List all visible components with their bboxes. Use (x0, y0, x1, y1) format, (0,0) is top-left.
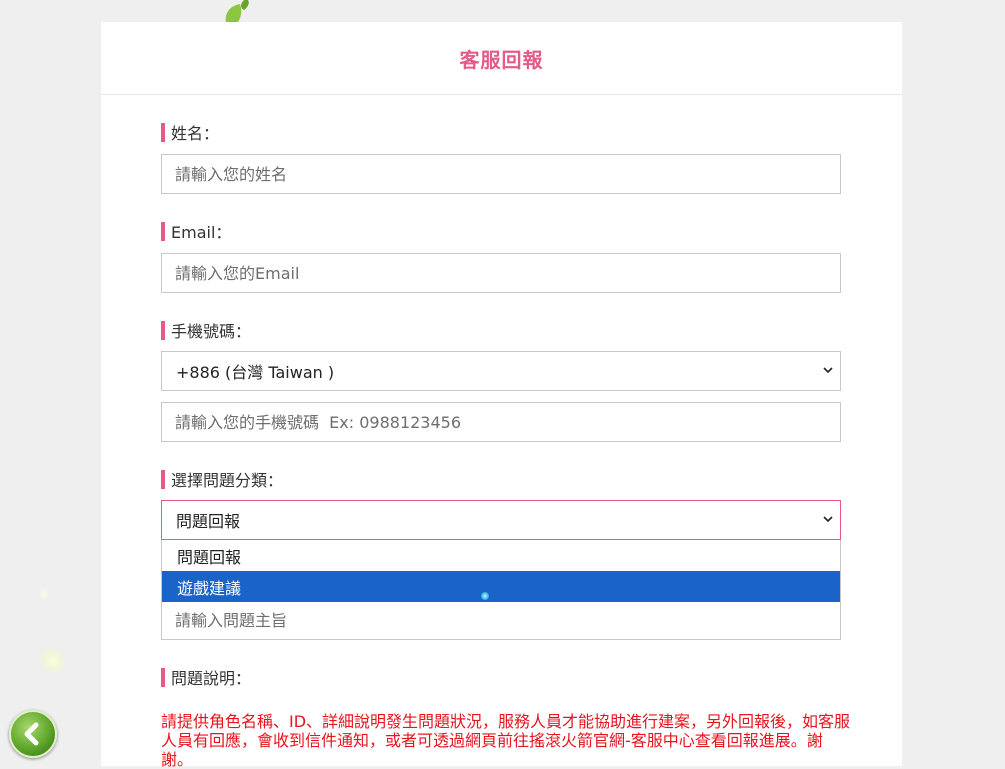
country-code-select[interactable]: +886 (台灣 Taiwan ) (161, 351, 841, 391)
description-label: 問題說明： (161, 667, 252, 688)
phone-label-text: 手機號碼： (171, 322, 252, 341)
category-select[interactable]: 問題回報 (161, 500, 841, 540)
cursor-indicator (481, 592, 489, 600)
label-accent-bar (161, 320, 165, 340)
name-input[interactable] (161, 154, 841, 194)
sparkle-decoration (38, 588, 50, 600)
email-label: Email： (161, 221, 232, 242)
chevron-left-icon (24, 722, 39, 746)
label-accent-bar (161, 469, 165, 489)
chevron-down-icon (823, 516, 833, 523)
back-button[interactable] (9, 710, 57, 758)
sparkle-decoration (40, 648, 66, 674)
category-label-text: 選擇問題分類： (171, 471, 284, 490)
panel-header: 客服回報 (101, 22, 902, 95)
name-label-text: 姓名： (171, 124, 220, 143)
category-dropdown-list: 問題回報 遊戲建議 (161, 540, 841, 640)
label-accent-bar (161, 221, 165, 241)
category-option-highlighted[interactable]: 遊戲建議 (162, 571, 840, 602)
description-notice: 請提供角色名稱、ID、詳細說明發生問題狀況，服務人員才能協助進行建案，另外回報後… (161, 712, 851, 769)
chevron-down-icon (823, 367, 833, 374)
description-label-text: 問題說明： (171, 669, 252, 688)
name-label: 姓名： (161, 122, 220, 143)
email-input[interactable] (161, 253, 841, 293)
label-accent-bar (161, 122, 165, 142)
country-code-value: +886 (台灣 Taiwan ) (176, 363, 335, 382)
feedback-panel: 客服回報 姓名： Email： 手機號碼： +886 (台灣 Taiwan ) … (101, 22, 902, 769)
category-label: 選擇問題分類： (161, 469, 284, 490)
label-accent-bar (161, 667, 165, 687)
email-label-text: Email： (171, 223, 232, 242)
phone-label: 手機號碼： (161, 320, 252, 341)
subject-input[interactable] (162, 602, 840, 639)
category-selected-value: 問題回報 (176, 512, 241, 531)
page-title: 客服回報 (459, 47, 544, 72)
category-option[interactable]: 問題回報 (162, 540, 840, 571)
phone-input[interactable] (161, 402, 841, 442)
